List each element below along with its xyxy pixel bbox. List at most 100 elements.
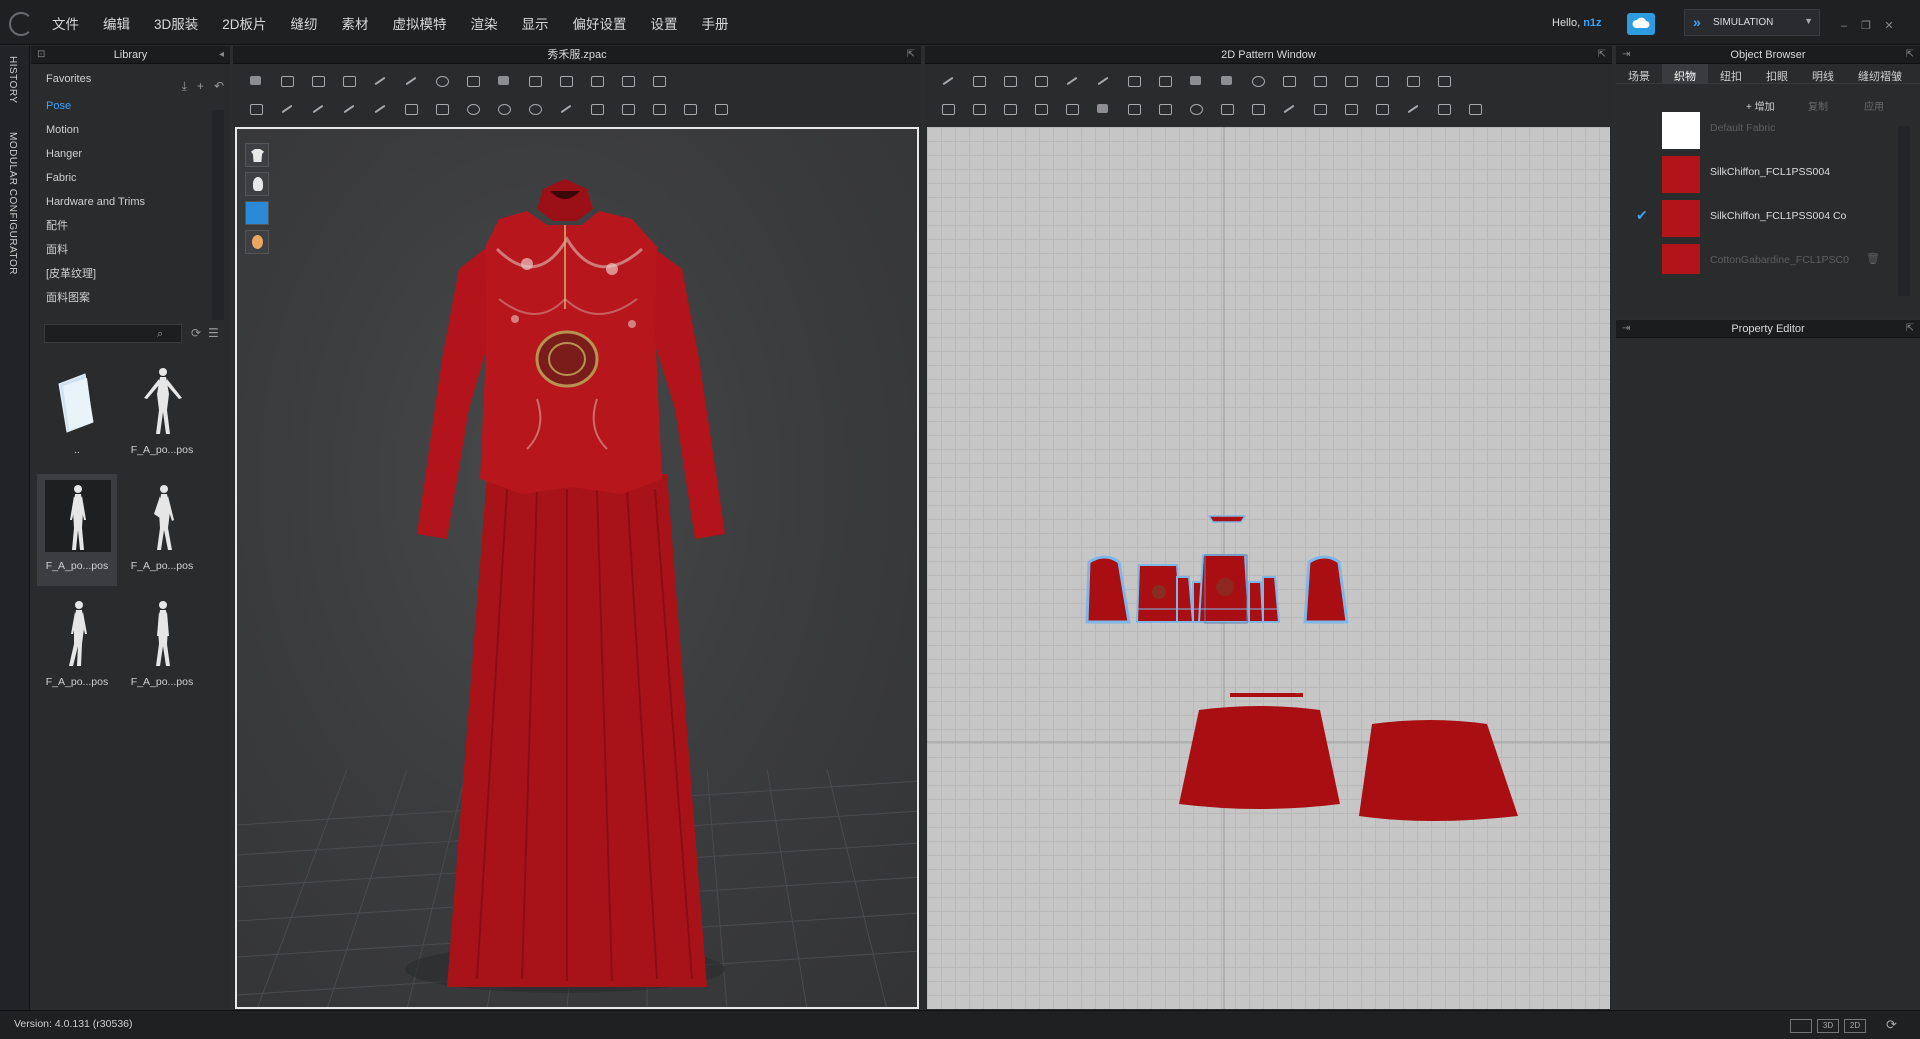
library-scrollbar[interactable] [212,110,224,320]
menu-display[interactable]: 显示 [522,13,549,33]
pattern-sleeve-right[interactable] [1303,555,1349,624]
sew-icon[interactable] [402,100,420,116]
thumbnail-pose[interactable]: F_A_po...pos [122,358,202,470]
pattern-skirt-back[interactable] [1359,720,1518,821]
edit-texture-icon[interactable] [1094,100,1112,116]
menu-2d-pattern[interactable]: 2D板片 [222,13,266,33]
menu-file[interactable]: 文件 [52,13,79,33]
zipper-icon[interactable] [588,100,606,116]
download-icon[interactable]: ⤓ [182,71,187,101]
edit-point-icon[interactable] [1032,72,1050,88]
back-icon[interactable]: ↶ [214,71,224,101]
menu-sewing[interactable]: 缝纫 [291,13,318,33]
library-item-motion[interactable]: Motion [31,118,230,142]
thumbnail-pose[interactable]: F_A_po...pos [122,474,202,586]
avatar-display-icon[interactable] [245,172,269,196]
menu-avatar[interactable]: 虚拟模特 [393,13,447,33]
pattern-bodice-group[interactable] [1135,554,1281,624]
fabric-item[interactable]: CottonGabardine_FCL1PSC0 🗑 [1616,238,1900,282]
library-item-hardware-trims[interactable]: Hardware and Trims [31,190,230,214]
flatten-icon[interactable] [588,72,606,88]
menu-preferences[interactable]: 偏好设置 [573,13,627,33]
avatar-pose-tool-icon[interactable] [247,100,265,116]
menu-settings[interactable]: 设置 [651,13,678,33]
menu-manual[interactable]: 手册 [702,13,729,33]
library-favorites[interactable]: Favorites ⤓ + ↶ [31,64,230,94]
tab-buttonhole[interactable]: 扣眼 [1754,64,1800,84]
popout-icon[interactable]: ⇱ [1906,320,1914,338]
graphic-icon[interactable] [464,100,482,116]
select-mesh-icon[interactable] [278,72,296,88]
history-tab[interactable]: HISTORY [7,56,18,104]
transform-icon[interactable] [340,72,358,88]
menu-render[interactable]: 渲染 [471,13,498,33]
thumbnail-pose[interactable]: F_A_po...pos [37,590,117,702]
curve-point-icon[interactable] [1125,72,1143,88]
edit-curvature-icon[interactable] [1063,72,1081,88]
thumbnail-parent-folder[interactable]: .. [37,358,117,470]
box-select-icon[interactable] [309,72,327,88]
cut-icon[interactable] [340,100,358,116]
trace-pattern-icon[interactable] [1435,72,1453,88]
polygon-icon[interactable] [1156,72,1174,88]
pin-icon[interactable]: ⇥ [1622,46,1630,64]
garment-fit-icon[interactable] [495,72,513,88]
simulation-mode-button[interactable]: » SIMULATION ▼ [1684,9,1820,36]
fold-arrange-icon[interactable] [371,72,389,88]
trace-icon[interactable] [1404,72,1422,88]
edit-pattern-icon[interactable] [1001,72,1019,88]
tab-scene[interactable]: 场景 [1616,64,1662,84]
modular-configurator-tab[interactable]: MODULAR CONFIGURATOR [7,132,18,275]
measure-icon[interactable] [619,72,637,88]
measure-3d-icon[interactable] [712,100,730,116]
fabric-display-icon[interactable] [245,201,269,225]
tape-icon[interactable] [650,100,668,116]
view-3d-button[interactable]: 3D [1817,1019,1839,1033]
select-topstitch-icon[interactable] [1249,100,1267,116]
internal-circle-icon[interactable] [1342,72,1360,88]
free-topstitch-icon[interactable] [1311,100,1329,116]
texture-icon[interactable] [433,100,451,116]
transform-pattern-icon[interactable] [970,72,988,88]
pattern-waistband[interactable] [1230,693,1303,697]
topstitch-2d-icon[interactable] [1218,100,1236,116]
fabric-item-selected[interactable]: ✔ SilkChiffon_FCL1PSS004 Co [1616,194,1900,238]
library-item-hanger[interactable]: Hanger [31,142,230,166]
avatar-skin-icon[interactable] [245,230,269,254]
steam-icon[interactable] [433,72,451,88]
draw-curve-icon[interactable] [309,100,327,116]
scissors-icon[interactable] [371,100,389,116]
fabric-item[interactable]: SilkChiffon_FCL1PSS004 [1616,150,1900,194]
brush-icon[interactable] [557,72,575,88]
garment-display-icon[interactable] [245,143,269,167]
edit-graphic-icon[interactable] [1125,100,1143,116]
minimize-icon[interactable]: – [1837,20,1851,32]
circle-icon[interactable] [1249,72,1267,88]
popout-icon[interactable]: ⇱ [1598,46,1606,64]
pattern-sleeve-left[interactable] [1085,555,1131,624]
pin-tool-icon[interactable] [526,72,544,88]
2d-pattern-canvas[interactable] [927,127,1610,1009]
3d-viewport[interactable] [235,127,919,1009]
refresh-icon[interactable]: ⟳ [1886,1017,1897,1033]
free-sewing-icon[interactable] [970,100,988,116]
library-item-fabric-pattern[interactable]: 面料图案 [31,286,230,310]
filled-rectangle-icon[interactable] [1218,72,1236,88]
library-item-fabric[interactable]: Fabric [31,166,230,190]
zipper-2d-icon[interactable] [1342,100,1360,116]
pucker-icon[interactable] [1373,100,1391,116]
pattern-skirt-front[interactable] [1179,706,1340,809]
cloud-button[interactable] [1627,13,1655,35]
fabric-item[interactable]: Default Fabric [1616,106,1900,150]
annotation-icon[interactable] [1466,100,1484,116]
thumbnail-pose-selected[interactable]: F_A_po...pos [37,474,117,586]
piping-icon[interactable] [619,100,637,116]
garment-skirt[interactable] [447,474,707,987]
dart-icon[interactable] [1373,72,1391,88]
popout-icon[interactable]: ⇱ [907,46,915,64]
segment-sewing-icon[interactable] [939,100,957,116]
popout-icon[interactable]: ⇱ [1906,46,1914,64]
rectangle-icon[interactable] [1187,72,1205,88]
adjust-pattern-icon[interactable] [939,72,957,88]
add-icon[interactable]: + [197,71,204,101]
